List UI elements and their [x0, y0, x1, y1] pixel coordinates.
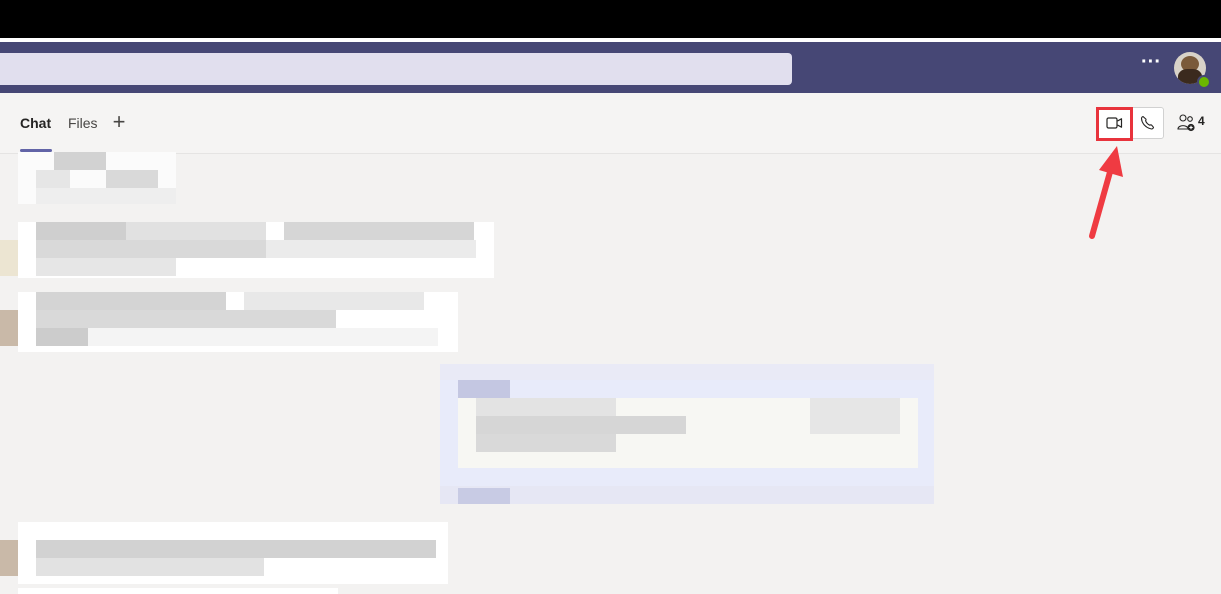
more-options-button[interactable]: ···	[1140, 52, 1162, 76]
participants-count: 4	[1198, 114, 1205, 128]
redacted-avatar	[0, 240, 18, 276]
presence-available-indicator	[1197, 75, 1211, 89]
phone-icon	[1140, 115, 1155, 130]
chat-header: Chat Files + 4	[0, 93, 1221, 154]
redacted-message-5	[18, 588, 338, 594]
add-tab-button[interactable]: +	[110, 111, 128, 133]
tab-files[interactable]: Files	[68, 114, 98, 132]
people-add-icon	[1177, 114, 1195, 132]
annotation-highlight-box	[1096, 107, 1133, 141]
redacted-avatar	[0, 540, 18, 576]
redacted-message-4	[18, 522, 448, 584]
redacted-message-3	[18, 292, 458, 352]
redacted-message-1	[18, 152, 176, 204]
audio-call-button[interactable]	[1131, 107, 1164, 139]
participants-button[interactable]: 4	[1176, 113, 1210, 133]
redacted-avatar	[0, 310, 18, 346]
search-input[interactable]	[0, 53, 792, 85]
tab-chat[interactable]: Chat	[20, 114, 51, 132]
app-title-bar: ···	[0, 42, 1221, 93]
redacted-my-message	[440, 364, 934, 504]
redacted-message-2	[18, 222, 494, 278]
top-black-band	[0, 0, 1221, 38]
